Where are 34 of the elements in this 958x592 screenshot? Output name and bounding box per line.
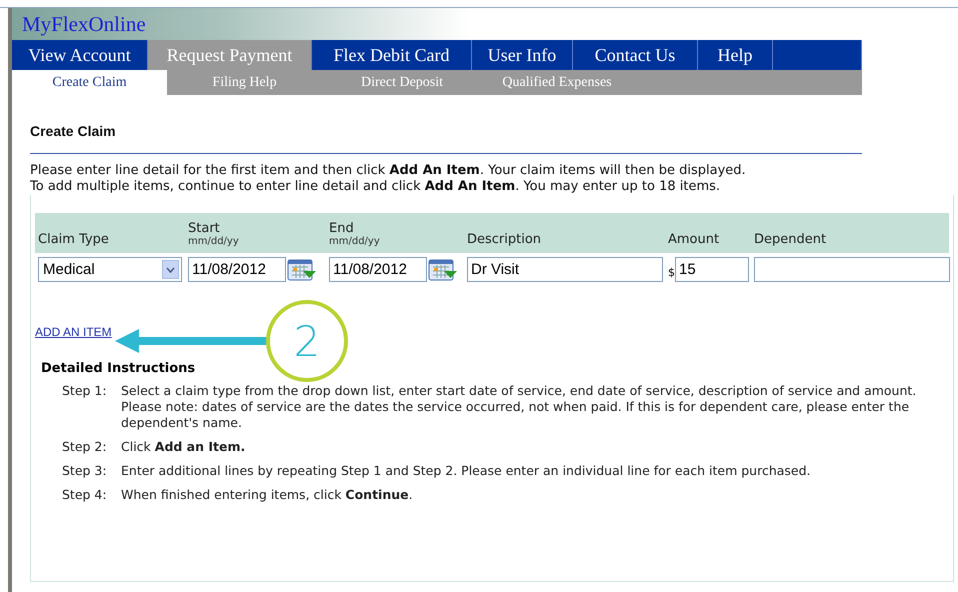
end-date-field[interactable]: 11/08/2012 xyxy=(329,257,427,282)
step-label: Step 2: xyxy=(62,439,108,455)
column-header: Start xyxy=(188,221,221,236)
callout-number: 2 xyxy=(294,316,320,366)
column-header: Description xyxy=(467,232,542,247)
add-item-link[interactable]: ADD AN ITEM xyxy=(35,325,112,339)
claim-type-select[interactable]: Medical xyxy=(38,257,182,282)
instructions-heading: Detailed Instructions xyxy=(41,361,196,376)
amount-field[interactable]: 15 xyxy=(675,257,749,282)
step-label: Step 3: xyxy=(62,463,108,479)
step-text: Click Add an Item. xyxy=(121,439,246,455)
column-header: Claim Type xyxy=(38,232,110,247)
step-text: Enter additional lines by repeating Step 1 and Step 2. Please enter an individual line for each item purchased. xyxy=(121,463,812,479)
column-header: End xyxy=(329,221,355,236)
start-date-field[interactable]: 11/08/2012 xyxy=(188,257,286,282)
page-title: Create Claim xyxy=(30,123,862,154)
dropdown-icon xyxy=(162,260,179,279)
calendar-icon[interactable] xyxy=(287,258,317,280)
step-text: When finished entering items, click Continue. xyxy=(121,487,414,503)
column-header: Amount xyxy=(668,232,720,247)
sub-nav-tab[interactable]: Create Claim xyxy=(12,70,167,95)
calendar-icon[interactable] xyxy=(428,258,458,280)
date-format-hint: mm/dd/yy xyxy=(329,236,381,247)
site-title: MyFlexOnline xyxy=(22,12,146,36)
date-format-hint: mm/dd/yy xyxy=(188,236,240,247)
step-label: Step 4: xyxy=(62,487,108,503)
description-field[interactable]: Dr Visit xyxy=(467,257,663,282)
column-header: Dependent xyxy=(754,232,828,247)
intro-text: To add multiple items, continue to enter line detail and click Add An Item. You may enter up to 18 items. xyxy=(30,179,722,195)
currency-sign: $ xyxy=(668,266,675,279)
dependent-field[interactable] xyxy=(754,257,950,282)
step-text: Select a claim type from the drop down list, enter start date of service, end date of service, description of service and amount. Please note: dates of service are the dates the service occurred, not when paid. If this is for dependent care, please enter the dependent's name. xyxy=(121,383,918,431)
intro-text: Please enter line detail for the first item and then click Add An Item. Your claim items will then be displayed. xyxy=(30,163,747,179)
step-label: Step 1: xyxy=(62,383,108,400)
